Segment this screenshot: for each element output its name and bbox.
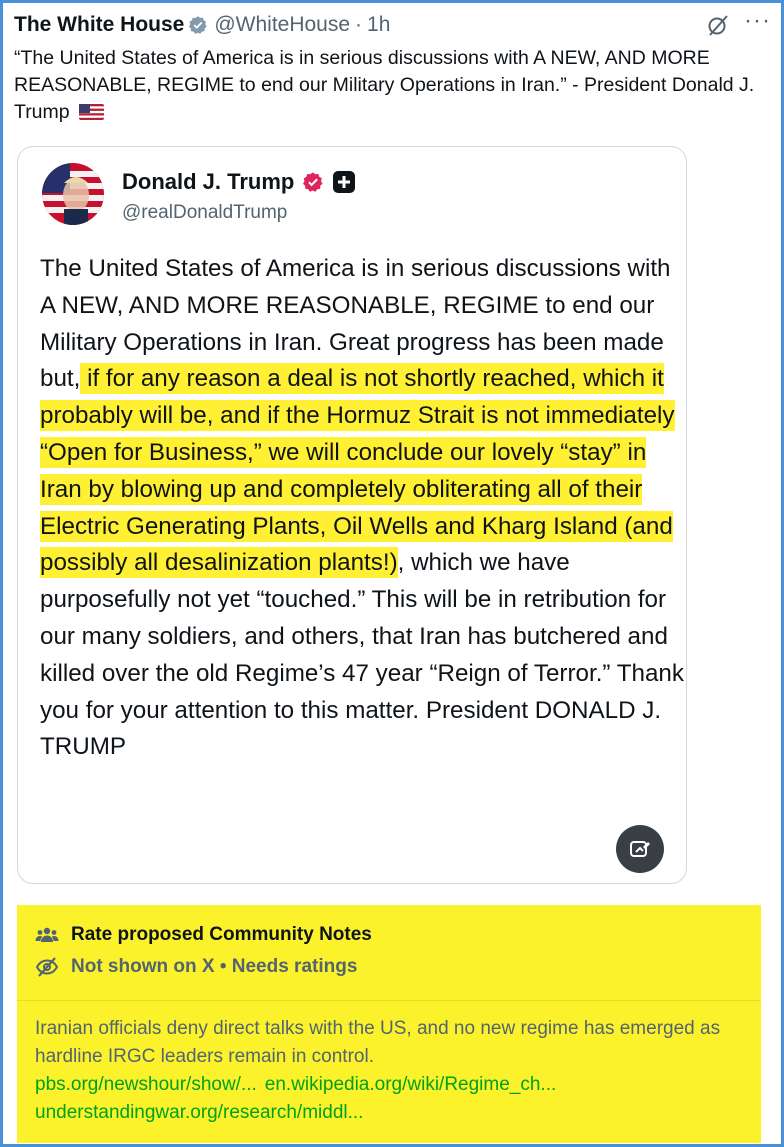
post-header: The White House @WhiteHouse · 1h ··· [14, 9, 771, 41]
separator: · [355, 13, 363, 36]
verified-badge-icon [303, 172, 323, 192]
avatar[interactable] [42, 163, 104, 225]
avatar-flag-portrait [42, 163, 104, 225]
quoted-handle[interactable]: @realDonaldTrump [122, 202, 287, 224]
image-edit-icon [630, 841, 650, 857]
eye-slash-icon [35, 957, 59, 977]
author-name[interactable]: The White House [14, 13, 184, 37]
note-source-link-pbs[interactable]: pbs.org/newshour/show/... [35, 1071, 257, 1099]
post-time[interactable]: 1h [367, 13, 390, 37]
note-source-link-wikipedia[interactable]: en.wikipedia.org/wiki/Regime_ch... [265, 1071, 556, 1099]
quoted-text-part-2: , which we have purposefully not yet “to… [40, 549, 684, 761]
quoted-post[interactable]: Donald J. Trump @realDonaldTrump The Uni… [17, 146, 687, 884]
community-notes-title: Rate proposed Community Notes [71, 924, 372, 945]
community-notes-title-row: Rate proposed Community Notes [35, 905, 761, 951]
post-text-body: “The United States of America is in seri… [14, 47, 755, 123]
us-flag-icon [79, 104, 105, 120]
post-frame: The White House @WhiteHouse · 1h ··· “Th… [3, 3, 781, 1144]
community-note-links-row: pbs.org/newshour/show/... en.wikipedia.o… [35, 1071, 743, 1099]
quoted-author: Donald J. Trump [122, 169, 356, 195]
more-options-icon[interactable]: ··· [744, 9, 771, 33]
verified-badge-icon [189, 16, 208, 34]
quoted-post-text: The United States of America is in serio… [40, 251, 690, 766]
community-notes-header: Rate proposed Community Notes Not shown … [17, 905, 761, 1001]
quoted-author-name[interactable]: Donald J. Trump [122, 169, 294, 195]
community-note-text: Iranian officials deny direct talks with… [35, 1018, 721, 1067]
community-notes-status-row: Not shown on X • Needs ratings [35, 951, 761, 983]
community-notes-status: Not shown on X • Needs ratings [71, 956, 358, 977]
community-notes-panel[interactable]: Rate proposed Community Notes Not shown … [17, 905, 761, 1143]
grok-icon[interactable] [706, 13, 730, 37]
community-note-body: Iranian officials deny direct talks with… [17, 1001, 761, 1127]
note-source-link-understandingwar[interactable]: understandingwar.org/research/middl... [35, 1099, 743, 1127]
author-handle[interactable]: @WhiteHouse [214, 13, 350, 37]
plus-badge-icon [333, 171, 356, 193]
post-text: “The United States of America is in seri… [14, 45, 774, 126]
people-icon [35, 927, 59, 942]
edit-image-button[interactable] [616, 825, 664, 873]
